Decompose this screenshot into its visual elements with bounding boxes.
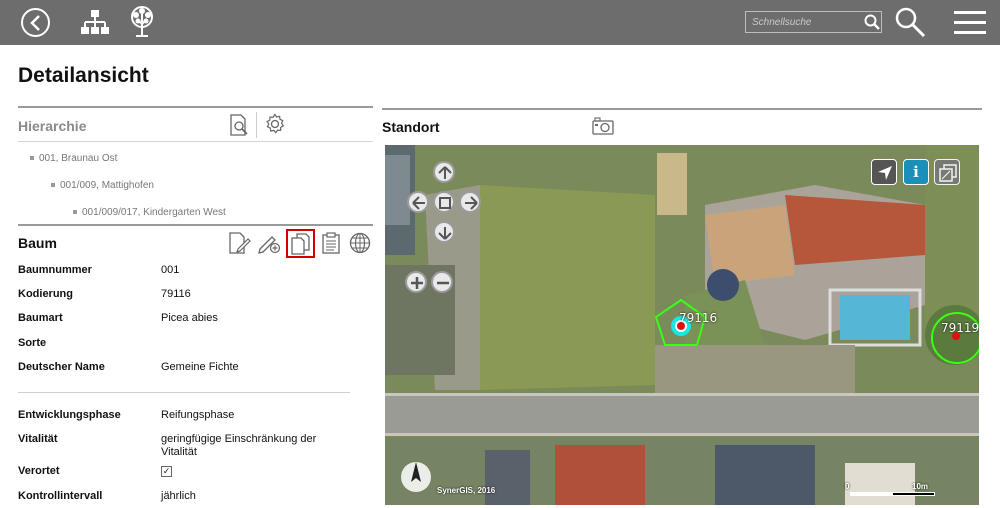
locate-button[interactable] (871, 159, 897, 185)
attribute-label: Baumnummer (18, 264, 92, 276)
attribute-value: jährlich (161, 490, 196, 502)
baum-title: Baum (18, 235, 57, 251)
scale-segment (851, 493, 893, 495)
plus-icon (411, 277, 423, 289)
pan-up-button[interactable] (433, 161, 455, 183)
tree-icon (131, 6, 153, 37)
attribute-label: Baumart (18, 312, 63, 324)
list-item[interactable]: 001, Braunau Ost (30, 153, 117, 164)
hierarchy-item-label: 001/009/017, Kindergarten West (82, 207, 226, 218)
icon-divider (256, 112, 257, 138)
top-bar (0, 0, 1000, 45)
hierarchy-icon (81, 10, 109, 34)
pan-left-button[interactable] (407, 191, 429, 213)
layers-icon (939, 164, 957, 182)
edit-add-icon[interactable] (258, 232, 282, 254)
standort-header: Standort (382, 108, 982, 142)
info-button[interactable]: i (903, 159, 929, 185)
scale-bar-graphic (850, 492, 935, 496)
verortet-checkbox[interactable]: ✓ (161, 466, 172, 477)
arrow-up-icon (438, 166, 452, 179)
bullet-icon (51, 183, 55, 188)
arrow-left-icon (30, 15, 40, 31)
edit-document-icon[interactable] (228, 232, 252, 254)
attribute-value: 001 (161, 264, 180, 276)
square-icon (439, 197, 451, 209)
hierarchy-nav-button[interactable] (80, 9, 110, 42)
hierarchy-item-label: 001/009, Mattighofen (60, 180, 154, 191)
menu-bar-icon (954, 11, 986, 14)
list-item[interactable]: 001/009/017, Kindergarten West (73, 207, 226, 218)
document-search-icon[interactable] (228, 114, 250, 136)
pan-down-button[interactable] (433, 221, 455, 243)
pan-right-button[interactable] (459, 191, 481, 213)
quick-search-box (745, 11, 882, 33)
copy-icon (291, 233, 310, 255)
attribute-label: Deutscher Name (18, 361, 105, 373)
menu-bar-icon (954, 31, 986, 34)
attribute-label: Entwicklungsphase (18, 409, 121, 421)
attribute-value: 79116 (161, 288, 191, 300)
attribute-label: Vitalität (18, 433, 58, 445)
search-icon[interactable] (864, 14, 880, 30)
attribute-label: Kodierung (18, 288, 73, 300)
attribute-value: ✓ (161, 465, 341, 478)
gear-icon[interactable] (264, 113, 286, 135)
magnifier-icon (895, 7, 926, 38)
tree-nav-button[interactable] (127, 6, 157, 43)
hierarchy-list: 001, Braunau Ost 001/009, Mattighofen 00… (18, 142, 373, 224)
list-item[interactable]: 001/009, Mattighofen (51, 180, 154, 191)
bullet-icon (30, 156, 34, 161)
attribute-value: Reifungsphase (161, 409, 235, 421)
arrow-right-icon (465, 196, 478, 210)
zoom-extent-button[interactable] (433, 191, 455, 213)
map-view[interactable]: i 79116 79119 SynerGIS, 2016 0 10m (385, 145, 979, 505)
scale-start-label: 0 (845, 482, 850, 491)
baum-header: Baum (18, 224, 373, 258)
hierarchy-item-label: 001, Braunau Ost (39, 153, 118, 164)
clipboard-icon[interactable] (322, 232, 340, 254)
attribute-label: Kontrollintervall (18, 490, 103, 502)
standort-title: Standort (382, 119, 440, 135)
navigation-arrow-icon (878, 166, 892, 180)
attribute-value: Picea abies (161, 312, 218, 324)
camera-icon[interactable] (592, 117, 614, 135)
hierarchy-header: Hierarchie (18, 108, 373, 142)
zoom-in-button[interactable] (405, 271, 427, 293)
scale-end-label: 10m (912, 482, 929, 491)
arrow-left-icon (412, 196, 425, 210)
copy-button-highlight[interactable] (286, 229, 315, 258)
advanced-search-button[interactable] (894, 6, 926, 43)
hierarchy-title: Hierarchie (18, 118, 87, 134)
menu-bar-icon (954, 21, 986, 24)
back-button[interactable] (21, 8, 50, 37)
tree-marker-label[interactable]: 79119 (941, 321, 979, 335)
layers-button[interactable] (934, 159, 960, 185)
scale-bar: 0 10m (845, 482, 945, 498)
attribute-label: Sorte (18, 337, 47, 349)
attribute-label: Verortet (18, 465, 60, 477)
attribute-value: geringfügige Einschränkung der Vitalität (161, 433, 317, 458)
globe-icon[interactable] (349, 232, 371, 254)
arrow-down-icon (438, 227, 452, 240)
hamburger-menu-button[interactable] (954, 10, 986, 36)
zoom-out-button[interactable] (431, 271, 453, 293)
tree-marker-label[interactable]: 79116 (679, 311, 717, 325)
bullet-icon (73, 210, 77, 215)
attribute-divider (18, 392, 350, 393)
page-title: Detailansicht (18, 64, 149, 87)
quick-search-input[interactable] (746, 12, 856, 32)
map-copyright: SynerGIS, 2016 (437, 486, 496, 495)
attribute-value: Gemeine Fichte (161, 361, 239, 373)
minus-icon (437, 281, 449, 285)
